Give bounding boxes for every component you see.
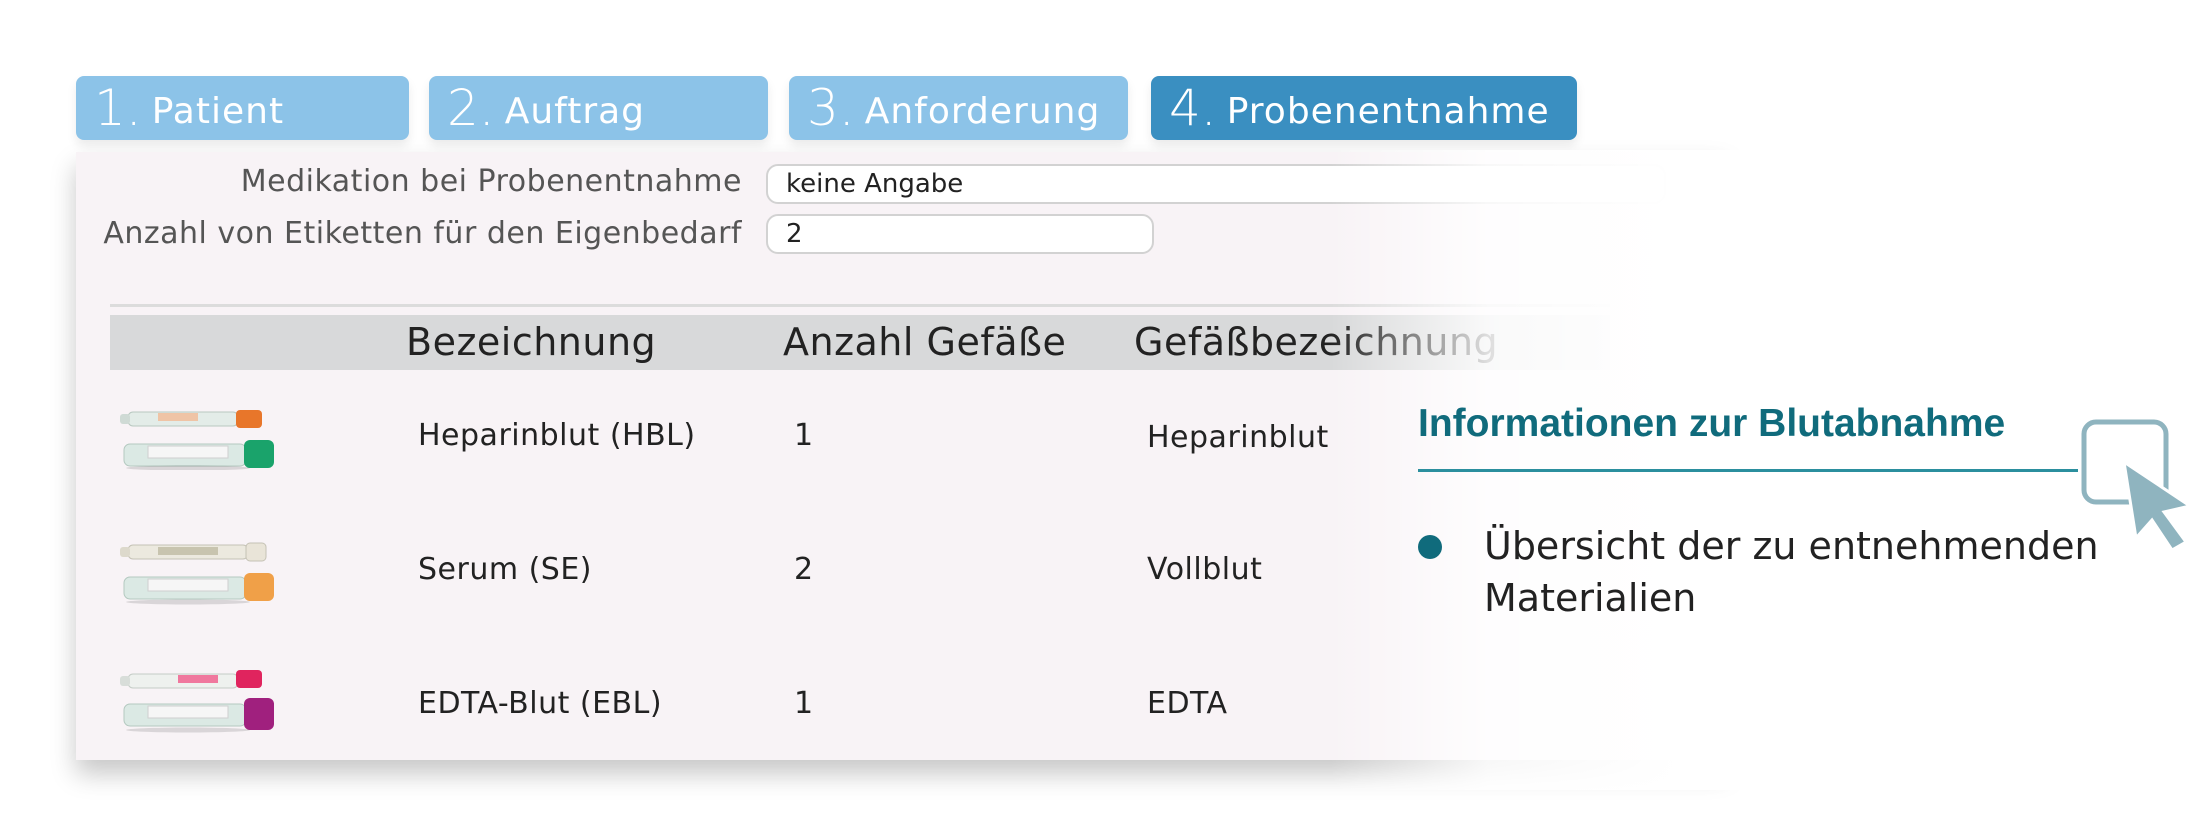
medication-label: Medikation bei Probenentnahme <box>240 164 742 199</box>
row-1-anzahl: 1 <box>794 418 814 453</box>
serum-tube-icon <box>120 542 274 605</box>
column-header-anzahl: Anzahl Gefäße <box>783 320 1067 364</box>
row-3-gefaess: EDTA <box>1147 686 1228 721</box>
row-1-gefaess: Heparinblut <box>1147 420 1329 455</box>
row-3-anzahl: 1 <box>794 686 814 721</box>
tab-label: Auftrag <box>504 91 646 132</box>
tab-number: 2. <box>447 79 495 137</box>
tab-number: 1. <box>94 79 142 137</box>
pointer-cursor-icon <box>2081 419 2194 552</box>
tab-auftrag[interactable]: 2. Auftrag <box>429 76 768 140</box>
info-underline <box>1418 469 2078 472</box>
heparin-tube-icon <box>120 410 274 470</box>
tab-anforderung[interactable]: 3. Anforderung <box>789 76 1128 140</box>
tab-label: Anforderung <box>864 91 1101 132</box>
row-1-bezeichnung: Heparinblut (HBL) <box>418 418 696 453</box>
row-2-anzahl: 2 <box>794 552 814 587</box>
tab-label: Probenentnahme <box>1226 91 1550 132</box>
labels-count-field[interactable]: 2 <box>766 214 1154 254</box>
labels-count-label: Anzahl von Etiketten für den Eigenbedarf <box>103 216 742 251</box>
info-title: Informationen zur Blutabnahme <box>1418 402 2006 445</box>
bullet-icon <box>1418 535 1442 559</box>
row-3-bezeichnung: EDTA-Blut (EBL) <box>418 686 663 721</box>
row-2-bezeichnung: Serum (SE) <box>418 552 593 587</box>
tab-probenentnahme[interactable]: 4. Probenentnahme <box>1151 76 1577 140</box>
column-header-bezeichnung: Bezeichnung <box>406 320 657 364</box>
tab-patient[interactable]: 1. Patient <box>76 76 409 140</box>
row-2-gefaess: Vollblut <box>1147 552 1263 587</box>
edta-tube-icon <box>120 670 274 733</box>
tab-number: 3. <box>807 79 855 137</box>
tab-number: 4. <box>1169 79 1217 137</box>
tab-label: Patient <box>151 91 285 132</box>
